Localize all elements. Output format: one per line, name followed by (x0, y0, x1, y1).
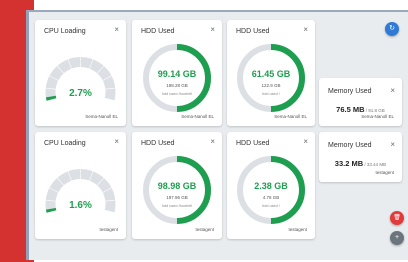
refresh-button[interactable]: ↻ (385, 22, 399, 36)
card-hostname: testagent (288, 227, 307, 232)
refresh-icon: ↻ (389, 25, 395, 32)
gauge-fill (45, 207, 57, 213)
cpu-gauge: 2.7% (45, 57, 116, 101)
cpu-loading-card: CPU Loading × 2.7% Sema-Nanoll EL (35, 20, 126, 126)
card-hostname: testagent (375, 170, 394, 175)
close-icon[interactable]: × (390, 87, 395, 95)
hdd-used-card: HDD Used × 98.98 GB 197.96 GB hdd used /bo… (132, 132, 222, 239)
card-title: CPU Loading (44, 140, 86, 147)
donut-sub-label: hdd used / (262, 92, 281, 96)
card-hostname: Sema-Nanoll EL (361, 114, 394, 119)
hdd-donut: 99.14 GB 198.28 GB hdd used /boot/efi (143, 44, 211, 112)
memory-total-value: / 33.44 MB (364, 162, 387, 167)
donut-sub-label: hdd used /boot/efi (162, 92, 192, 96)
hdd-donut: 61.45 GB 122.9 GB hdd used / (237, 44, 305, 112)
close-icon[interactable]: × (114, 26, 119, 34)
donut-value-label: 2.38 GB (254, 181, 288, 191)
hdd-used-card: HDD Used × 99.14 GB 198.28 GB hdd used /bo… (132, 20, 222, 126)
close-icon[interactable]: × (303, 138, 308, 146)
plus-icon: + (394, 234, 400, 241)
card-title: CPU Loading (44, 28, 86, 35)
donut-total-label: 198.28 GB (166, 83, 188, 88)
gauge-value-label: 1.6% (69, 200, 92, 211)
donut-total-label: 4.76 GB (263, 195, 280, 200)
card-hostname: Sema-Nanoll EL (181, 114, 214, 119)
memory-used-value: 76.5 MB (336, 105, 365, 114)
cpu-gauge: 1.6% (45, 169, 116, 213)
card-title: HDD Used (236, 140, 270, 147)
memory-value: 33.2 MB / 33.44 MB (319, 159, 402, 168)
donut-value-label: 61.45 GB (252, 69, 291, 79)
card-title: HDD Used (141, 28, 175, 35)
card-hostname: Sema-Nanoll EL (85, 114, 118, 119)
donut-total-label: 197.96 GB (166, 195, 188, 200)
donut-sub-label: hdd used /boot/efi (162, 204, 192, 208)
donut-total-label: 122.9 GB (261, 83, 280, 88)
card-hostname: Sema-Nanoll EL (274, 114, 307, 119)
close-icon[interactable]: × (303, 26, 308, 34)
card-title: Memory Used (328, 88, 372, 95)
hdd-used-card: HDD Used × 2.38 GB 4.76 GB hdd used / test… (227, 132, 315, 239)
add-button[interactable]: + (390, 231, 404, 245)
donut-sub-label: hdd used / (262, 204, 281, 208)
card-hostname: testagent (195, 227, 214, 232)
memory-used-card: Memory Used × 33.2 MB / 33.44 MB testage… (319, 132, 402, 182)
gauge-value-label: 2.7% (69, 88, 92, 99)
hdd-donut: 98.98 GB 197.96 GB hdd used /boot/efi (143, 156, 211, 224)
close-icon[interactable]: × (390, 141, 395, 149)
donut-value-label: 98.98 GB (158, 181, 197, 191)
memory-used-card: Memory Used × 76.5 MB / 91.8 GB Sema-Nan… (319, 78, 402, 126)
gauge-fill (45, 95, 57, 101)
hdd-used-card: HDD Used × 61.45 GB 122.9 GB hdd used / Se… (227, 20, 315, 126)
card-title: Memory Used (328, 142, 372, 149)
card-title: HDD Used (141, 140, 175, 147)
card-title: HDD Used (236, 28, 270, 35)
memory-total-value: / 91.8 GB (365, 108, 385, 113)
memory-value: 76.5 MB / 91.8 GB (319, 105, 402, 114)
close-icon[interactable]: × (114, 138, 119, 146)
trash-icon: 🗑 (393, 215, 401, 221)
memory-used-value: 33.2 MB (334, 159, 364, 168)
delete-button[interactable]: 🗑 (390, 211, 404, 225)
close-icon[interactable]: × (210, 26, 215, 34)
dashboard-panel: CPU Loading × 2.7% Sema-Nanoll EL HDD Us… (26, 10, 408, 260)
card-hostname: testagent (99, 227, 118, 232)
hdd-donut: 2.38 GB 4.76 GB hdd used / (237, 156, 305, 224)
close-icon[interactable]: × (210, 138, 215, 146)
cpu-loading-card: CPU Loading × 1.6% testagent (35, 132, 126, 239)
donut-value-label: 99.14 GB (158, 69, 197, 79)
